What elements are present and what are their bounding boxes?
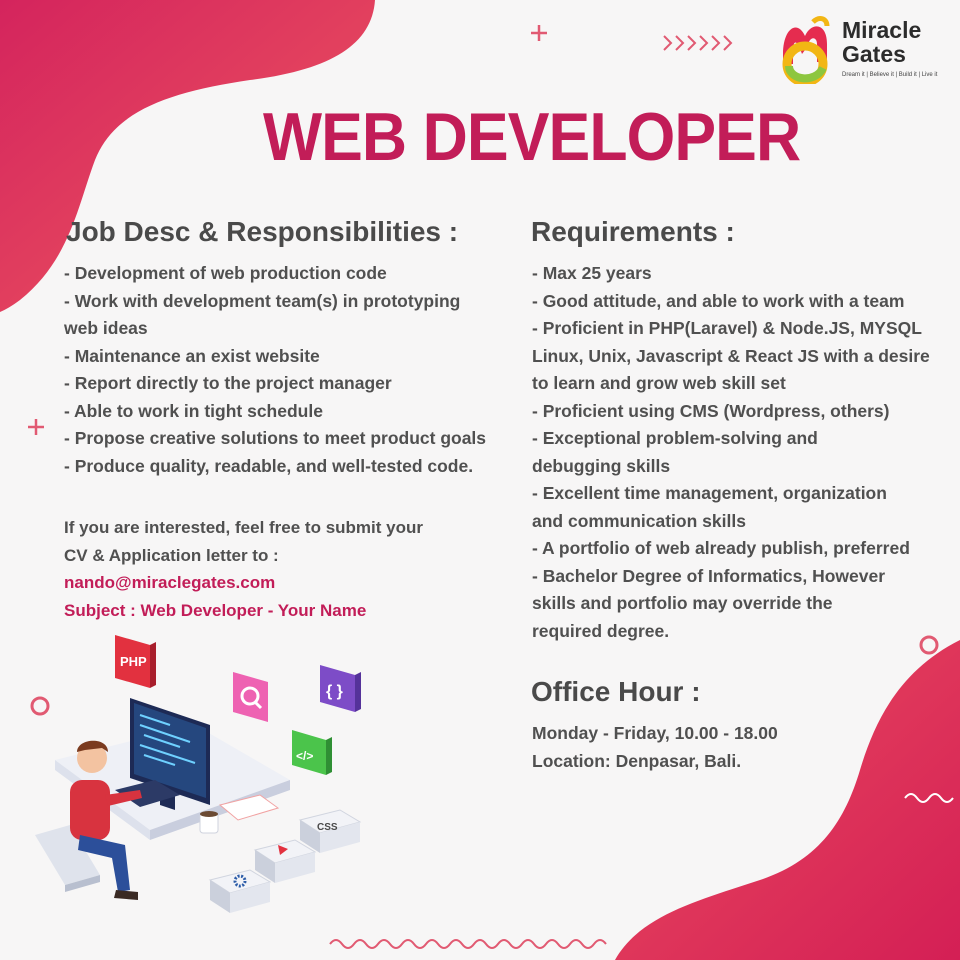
apply-line-2: CV & Application letter to : [64, 545, 279, 565]
list-item: - Maintenance an exist website [64, 345, 320, 366]
office-hours-text: Monday - Friday, 10.00 - 18.00 [532, 723, 778, 743]
list-item: - Report directly to the project manager [64, 373, 392, 393]
office-hour-heading: Office Hour : [531, 676, 701, 707]
code-label: </> [296, 749, 313, 763]
brand-name-line1: Miracle [842, 17, 922, 43]
page-title: WEB DEVELOPER [263, 99, 801, 175]
list-item: - Proficient using CMS (Wordpress, other… [532, 400, 890, 421]
requirements-list: - Max 25 years - Good attitude, and able… [532, 260, 952, 645]
list-item: - Propose creative solutions to meet pro… [64, 428, 487, 448]
list-item: Linux, Unix, Javascript & React JS with … [532, 345, 930, 366]
css-label: CSS [317, 822, 338, 833]
miracle-gates-logo-icon [782, 16, 830, 84]
list-item: skills and portfolio may override the [532, 593, 833, 613]
list-item: - Max 25 years [532, 263, 652, 283]
code-icon: </> [292, 730, 332, 775]
list-item: - Work with development team(s) in proto… [64, 290, 461, 311]
developer-illustration: PHP { } </> CSS [35, 635, 362, 913]
list-item: to learn and grow web skill set [532, 373, 786, 393]
css-block-icon: CSS [298, 809, 362, 853]
job-desc-heading: Job Desc & Responsibilities : [66, 216, 459, 247]
email-subject: Subject : Web Developer - Your Name [64, 600, 367, 620]
list-item: and communication skills [532, 510, 746, 531]
job-desc-list: - Development of web production code - W… [64, 260, 514, 480]
gear-block-icon [208, 869, 272, 913]
brand-name: Miracle Gates [842, 18, 921, 66]
plus-icon [531, 25, 547, 41]
list-item: - Good attitude, and able to work with a… [532, 290, 905, 311]
list-item: - A portfolio of web already publish, pr… [532, 538, 910, 558]
brand-name-line2: Gates [842, 41, 906, 67]
list-item: debugging skills [532, 455, 671, 476]
apply-line-1: If you are interested, feel free to subm… [64, 518, 423, 537]
wave-icon [329, 939, 607, 949]
list-item: - Produce quality, readable, and well-te… [64, 455, 474, 476]
list-item: - Exceptional problem-solving and [532, 428, 818, 448]
list-item: - Proficient in PHP(Laravel) & Node.JS, … [532, 318, 922, 338]
list-item: - Able to work in tight schedule [64, 400, 323, 421]
email-link[interactable]: nando@miraclegates.com [64, 569, 423, 597]
list-item: - Excellent time management, organizatio… [532, 483, 887, 503]
requirements-heading: Requirements : [531, 216, 735, 247]
php-label: PHP [120, 654, 147, 669]
list-item: web ideas [64, 318, 148, 338]
office-hour-info: Monday - Friday, 10.00 - 18.00 Location:… [532, 720, 778, 775]
brand-tagline: Dream it | Believe it | Build it | Live … [842, 72, 938, 78]
chevrons-icon [663, 35, 733, 51]
search-icon [233, 672, 268, 722]
list-item: required degree. [532, 620, 670, 641]
play-block-icon [253, 839, 317, 883]
list-item: - Development of web production code [64, 263, 387, 283]
mug-icon [199, 811, 219, 834]
plus-icon [28, 419, 44, 435]
brand-logo: Miracle Gates Dream it | Believe it | Bu… [775, 14, 945, 84]
php-icon: PHP [115, 635, 156, 688]
apply-info: If you are interested, feel free to subm… [64, 514, 423, 624]
braces-icon: { } [320, 665, 361, 712]
list-item: - Bachelor Degree of Informatics, Howeve… [532, 565, 886, 586]
office-location-text: Location: Denpasar, Bali. [532, 750, 742, 771]
braces-label: { } [326, 683, 343, 700]
